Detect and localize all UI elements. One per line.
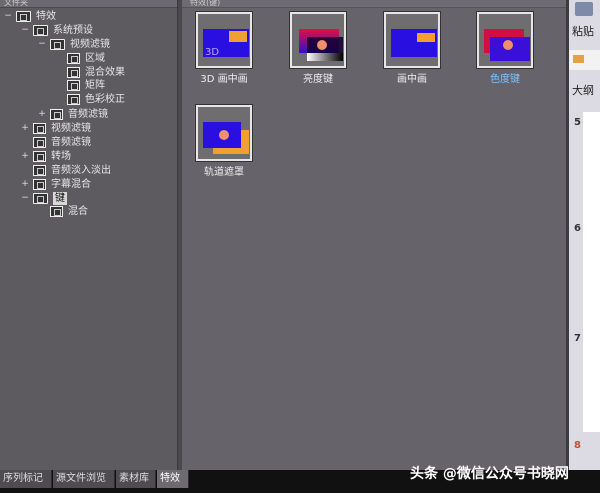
tree-item-label: 矩阵 — [85, 80, 105, 91]
tree-item-label: 特效 — [36, 11, 56, 22]
folder-open-icon — [33, 25, 48, 36]
tree-item-label: 色彩校正 — [85, 94, 125, 105]
tree-item[interactable]: + 转场 — [21, 150, 71, 163]
effects-panel-title: 特效(键) — [182, 0, 566, 8]
expander-icon[interactable]: + — [21, 178, 29, 191]
expander-icon[interactable]: + — [21, 150, 29, 163]
effect-icon — [33, 165, 46, 176]
line-number: 5 — [574, 117, 581, 128]
effects-panel: 特效(键) 3D 3D 画中画 亮度键 画中画 色度键 轨道遮罩 — [182, 0, 566, 470]
effect-label[interactable]: 亮度键 — [278, 70, 358, 85]
expander-icon[interactable]: + — [38, 108, 46, 121]
effect-icon — [50, 206, 63, 217]
effect-label-selected[interactable]: 色度键 — [465, 70, 545, 85]
effect-icon — [67, 80, 80, 91]
tree-item-label: 键 — [53, 192, 67, 205]
tree-item-label: 混合效果 — [85, 67, 125, 78]
effect-label[interactable]: 3D 画中画 — [184, 70, 264, 85]
tree-item[interactable]: 音频淡入淡出 — [21, 164, 111, 177]
effect-chroma-key[interactable] — [477, 12, 533, 68]
tree-item[interactable]: − 特效 — [4, 10, 56, 23]
paste-button[interactable]: 粘贴 — [572, 23, 594, 39]
effect-label[interactable]: 画中画 — [372, 70, 452, 85]
thumb-3d-text: 3D — [205, 47, 219, 58]
effect-icon — [33, 137, 46, 148]
tree-item[interactable]: + 音频滤镜 — [38, 108, 108, 121]
folder-open-icon — [33, 193, 48, 204]
line-number: 6 — [574, 223, 581, 234]
expander-icon[interactable]: + — [21, 122, 29, 135]
expander-icon[interactable]: − — [21, 24, 29, 37]
effect-icon — [33, 123, 46, 134]
tree-item-label: 视频滤镜 — [70, 39, 110, 50]
folder-open-icon — [16, 11, 31, 22]
effect-icon — [67, 67, 80, 78]
tree-item[interactable]: − 系统预设 — [21, 24, 93, 37]
tree-item[interactable]: 色彩校正 — [55, 93, 125, 106]
tree-item-label: 视频滤镜 — [51, 123, 91, 134]
tree-item[interactable]: + 字幕混合 — [21, 178, 91, 191]
tab-sequence-markers[interactable]: 序列标记 — [0, 470, 52, 488]
effect-icon — [33, 179, 46, 190]
tree-item-label: 系统预设 — [53, 25, 93, 36]
line-number: 7 — [574, 333, 581, 344]
tree-item[interactable]: + 视频滤镜 — [21, 122, 91, 135]
document-strip: 粘贴 大纲 5 6 7 8 — [566, 0, 600, 493]
tab-source-browser[interactable]: 源文件浏览 — [53, 470, 115, 488]
tree-item-label: 混合 — [68, 206, 88, 217]
effect-label[interactable]: 轨道遮罩 — [184, 163, 264, 178]
tree-item[interactable]: 混合 — [38, 205, 88, 218]
effect-icon — [33, 151, 46, 162]
effect-icon — [67, 94, 80, 105]
folder-open-icon — [50, 39, 65, 50]
tree-item[interactable]: − 键 — [21, 192, 67, 205]
tree-item-label: 转场 — [51, 151, 71, 162]
tree-item[interactable]: 混合效果 — [55, 66, 125, 79]
folder-panel-title: 文件夹 — [0, 0, 177, 8]
paste-icon[interactable] — [575, 2, 593, 16]
expander-icon[interactable]: − — [38, 38, 46, 51]
tree-item-label: 音频淡入淡出 — [51, 165, 111, 176]
tree-item-label: 音频滤镜 — [68, 109, 108, 120]
effect-pip[interactable] — [384, 12, 440, 68]
tree-item-label: 字幕混合 — [51, 179, 91, 190]
tree-item[interactable]: − 视频滤镜 — [38, 38, 110, 51]
tab-effects[interactable]: 特效 — [157, 470, 189, 488]
effect-icon — [50, 109, 63, 120]
expander-icon[interactable]: − — [4, 10, 12, 23]
effect-icon — [67, 53, 80, 64]
tree-item[interactable]: 音频滤镜 — [21, 136, 91, 149]
line-number: 8 — [574, 440, 581, 451]
tree-item[interactable]: 区域 — [55, 52, 105, 65]
tab-library[interactable]: 素材库 — [116, 470, 156, 488]
tree-item-label: 音频滤镜 — [51, 137, 91, 148]
watermark: 头条 @微信公众号书晓网 — [410, 466, 569, 482]
effect-track-matte[interactable] — [196, 105, 252, 161]
effect-3d-pip[interactable]: 3D — [196, 12, 252, 68]
tree-item[interactable]: 矩阵 — [55, 79, 105, 92]
folder-open-icon[interactable] — [569, 50, 600, 70]
effect-luma-key[interactable] — [290, 12, 346, 68]
expander-icon[interactable]: − — [21, 192, 29, 205]
tree-item-label: 区域 — [85, 53, 105, 64]
page-area — [583, 112, 600, 432]
outline-label: 大纲 — [572, 84, 594, 97]
folder-panel: 文件夹 − 特效 − 系统预设 − 视频滤镜 区域 混合效果 矩阵 色彩校正 + 音频滤镜 + 视频滤镜音… — [0, 0, 177, 470]
